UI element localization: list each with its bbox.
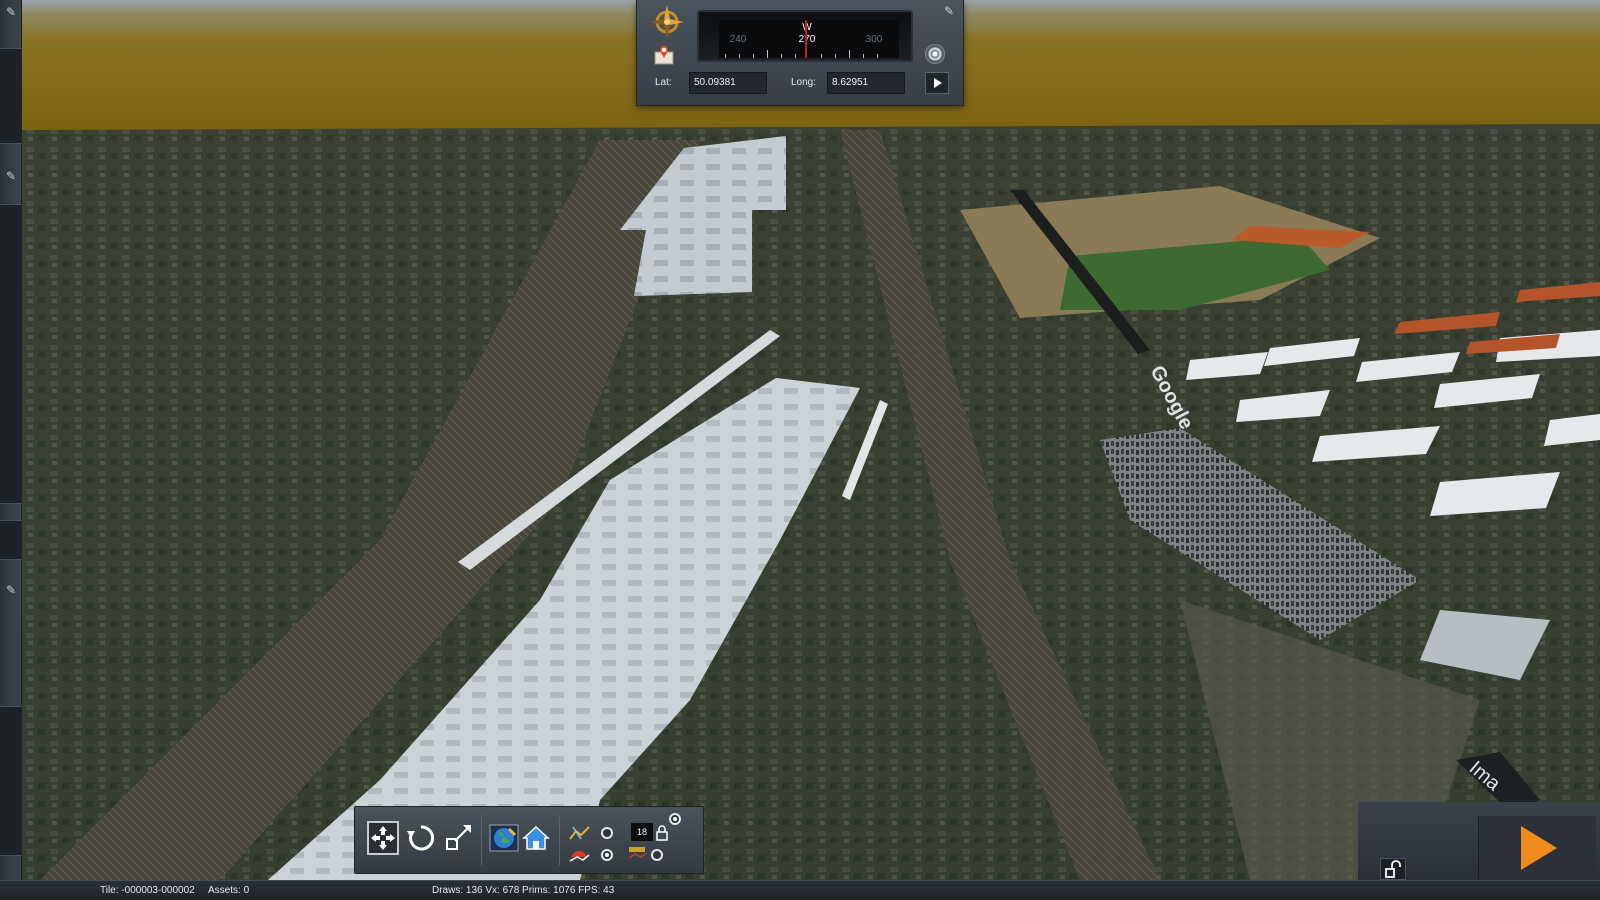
resize-icon (446, 825, 471, 850)
status-assets: Assets: 0 (208, 885, 250, 896)
3d-viewport[interactable]: Google Ima (0, 0, 1600, 880)
long-input[interactable]: 8.62951 (827, 72, 905, 94)
heading-indicator: W 240 270 300 (697, 10, 913, 62)
unlock-button[interactable] (1380, 858, 1406, 880)
heading-scale (725, 46, 889, 58)
lat-input[interactable]: 50.09381 (689, 72, 767, 94)
rotate-icon (407, 825, 435, 851)
left-panel-strip: ✎ ✎ ✎ (0, 0, 22, 880)
left-panel-section[interactable] (0, 706, 22, 856)
lat-label: Lat: (655, 77, 672, 88)
terrain-texture-radio[interactable] (601, 849, 613, 861)
terrain-texture-icon[interactable] (569, 847, 591, 863)
pin-icon[interactable]: ✎ (3, 168, 19, 184)
texture-layer-radio[interactable] (651, 849, 663, 861)
status-bar: Tile: -000003-000002 Assets: 0 Draws: 13… (0, 880, 1600, 900)
go-to-coordinates-button[interactable] (925, 72, 949, 94)
heading-tick-right: 300 (865, 34, 883, 45)
lock-icon[interactable] (655, 825, 669, 841)
fit-view-button[interactable] (367, 821, 399, 855)
pin-icon[interactable]: ✎ (3, 582, 19, 598)
heading-direction: W (797, 22, 817, 33)
globe-button[interactable] (489, 821, 521, 855)
texture-layer-icon[interactable] (627, 845, 649, 861)
pin-icon[interactable]: ✎ (941, 4, 957, 20)
home-icon (522, 825, 550, 850)
left-panel-section[interactable] (0, 48, 22, 144)
play-icon (1521, 826, 1557, 870)
target-icon[interactable] (925, 44, 945, 64)
number-field[interactable]: 18 (631, 823, 653, 841)
heading-value: 270 (798, 34, 816, 45)
fit-view-icon (371, 826, 395, 850)
view-toolbar: 18 (354, 806, 704, 874)
unlock-icon (1385, 860, 1401, 878)
status-render-stats: Draws: 136 Vx: 678 Prims: 1076 FPS: 43 (432, 885, 615, 896)
heading-tick-left: 240 (729, 34, 747, 45)
left-panel-section[interactable] (0, 520, 22, 560)
globe-icon (489, 824, 519, 852)
home-button[interactable] (521, 821, 553, 855)
long-label: Long: (791, 77, 817, 88)
terrain-height-radio[interactable] (601, 827, 613, 839)
lock-radio[interactable] (669, 813, 681, 825)
rotate-button[interactable] (405, 821, 437, 855)
map-marker-icon[interactable] (653, 44, 675, 66)
left-panel-section[interactable] (0, 204, 22, 504)
resize-button[interactable] (443, 821, 475, 855)
pin-icon[interactable]: ✎ (3, 4, 19, 20)
status-tile: Tile: -000003-000002 (100, 885, 195, 896)
terrain-height-icon[interactable] (569, 825, 591, 841)
play-button[interactable] (1478, 816, 1596, 880)
satellite-terrain: Google Ima (22, 124, 1600, 880)
compass-panel: W 240 270 300 ✎ Lat: 50.09381 Long: 8.62… (636, 0, 964, 106)
heading-needle (805, 20, 807, 58)
compass-rose-icon[interactable] (649, 4, 685, 40)
